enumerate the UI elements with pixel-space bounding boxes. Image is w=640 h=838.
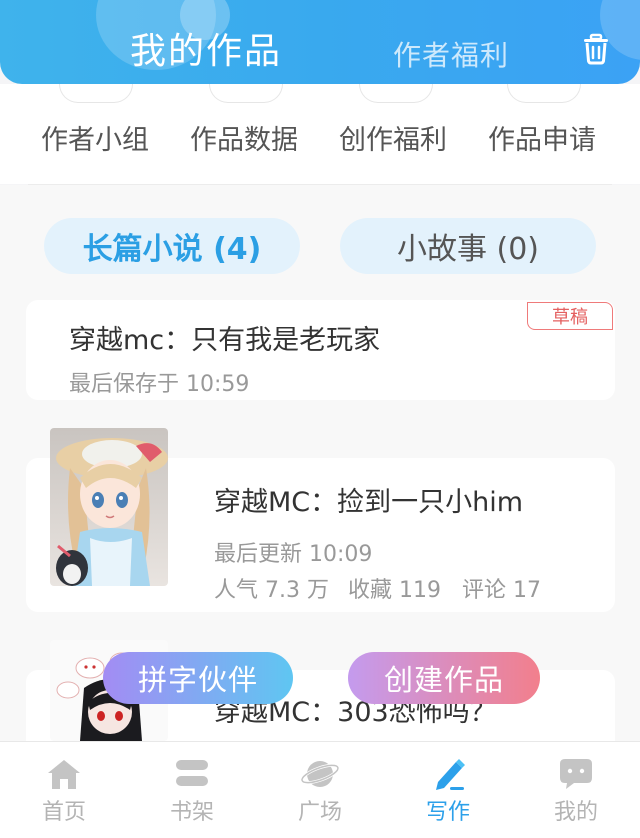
writing-partner-button[interactable]: 拼字伙伴 bbox=[103, 652, 293, 704]
top-header: 我的作品 作者福利 bbox=[0, 0, 640, 84]
comments-stat: 评论 17 bbox=[462, 578, 541, 603]
favorites-stat: 收藏 119 bbox=[348, 578, 441, 603]
nav-label: 写作 bbox=[425, 800, 470, 825]
nav-label: 首页 bbox=[41, 800, 86, 825]
nav-square[interactable]: 广场 bbox=[256, 742, 384, 838]
tab-short-story[interactable]: 小故事 (0) bbox=[340, 218, 596, 274]
last-updated: 最后更新 10:09 bbox=[214, 542, 373, 567]
trash-icon[interactable] bbox=[578, 30, 614, 66]
nav-label: 书架 bbox=[169, 800, 214, 825]
work-title: 穿越MC：捡到一只小him bbox=[214, 487, 524, 518]
draft-badge: 草稿 bbox=[527, 302, 613, 330]
create-work-button[interactable]: 创建作品 bbox=[348, 652, 540, 704]
home-icon bbox=[48, 760, 80, 789]
quick-link-work-application[interactable]: 作品申请 bbox=[488, 118, 596, 157]
quick-links: 作者小组 作品数据 创作福利 作品申请 bbox=[0, 84, 640, 184]
tab-long-novel[interactable]: 长篇小说 (4) bbox=[44, 218, 300, 274]
nav-home[interactable]: 首页 bbox=[0, 742, 128, 838]
quick-link-work-data[interactable]: 作品数据 bbox=[190, 118, 298, 157]
quick-link-icon-edge bbox=[359, 84, 433, 103]
work-title: 穿越mc：只有我是老玩家 bbox=[69, 325, 381, 356]
quick-link-icon-edge bbox=[59, 84, 133, 103]
work-card-draft[interactable]: 草稿 穿越mc：只有我是老玩家 最后保存于 10:59 bbox=[26, 300, 615, 400]
quick-link-icon-edge bbox=[507, 84, 581, 103]
quick-link-author-group[interactable]: 作者小组 bbox=[41, 118, 149, 157]
work-cover-image[interactable] bbox=[50, 428, 168, 586]
page-title: 我的作品 bbox=[130, 31, 283, 72]
nav-writing[interactable]: 写作 bbox=[384, 742, 512, 838]
quick-link-creation-welfare[interactable]: 创作福利 bbox=[339, 118, 447, 157]
tab-author-welfare[interactable]: 作者福利 bbox=[393, 34, 509, 74]
nav-label: 广场 bbox=[297, 800, 342, 825]
last-saved: 最后保存于 10:59 bbox=[69, 372, 250, 397]
bottom-tab-bar: 首页 书架 广场 写作 我的 bbox=[0, 741, 640, 838]
bookshelf-icon bbox=[176, 760, 208, 786]
planet-icon bbox=[300, 761, 340, 787]
pen-icon bbox=[436, 759, 465, 790]
nav-label: 我的 bbox=[553, 800, 598, 825]
quick-link-icon-edge bbox=[209, 84, 283, 103]
nav-mine[interactable]: 我的 bbox=[512, 742, 640, 838]
popularity-stat: 人气 7.3 万 bbox=[214, 578, 329, 603]
chat-bubble-icon bbox=[560, 759, 592, 789]
nav-bookshelf[interactable]: 书架 bbox=[128, 742, 256, 838]
